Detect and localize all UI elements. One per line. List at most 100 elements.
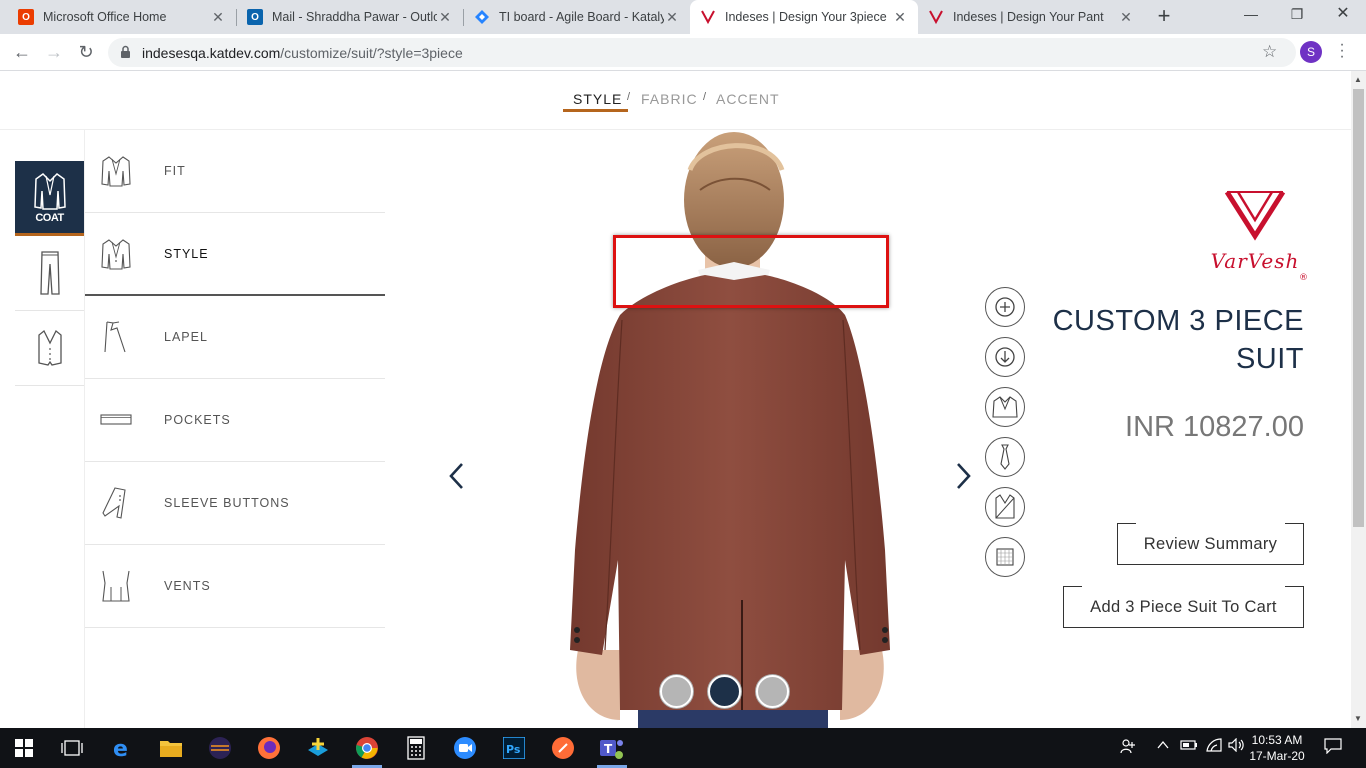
show-hidden-icons-icon[interactable]	[1156, 738, 1170, 755]
clock-date: 17-Mar-20	[1249, 749, 1305, 763]
lock-icon	[121, 45, 130, 58]
view-dot[interactable]	[708, 675, 741, 708]
close-icon[interactable]: ✕	[892, 9, 908, 26]
firefox-icon[interactable]	[255, 734, 283, 762]
option-label: FIT	[164, 164, 186, 178]
category-trouser[interactable]	[15, 236, 84, 311]
url-host: indesesqa.katdev.com	[142, 45, 281, 61]
svg-text:T: T	[604, 742, 613, 756]
step-separator: /	[703, 91, 707, 103]
fabric-swatch-button[interactable]	[985, 537, 1025, 577]
menu-dots-icon[interactable]: · · ·	[1338, 37, 1346, 65]
photoshop-icon[interactable]: Ps	[500, 734, 528, 762]
step-style[interactable]: STYLE	[573, 91, 622, 107]
scrollbar-thumb[interactable]	[1353, 89, 1364, 527]
calculator-icon[interactable]	[402, 734, 430, 762]
view-dot[interactable]	[660, 675, 693, 708]
vest-view-button[interactable]	[985, 487, 1025, 527]
wifi-icon[interactable]	[1205, 738, 1223, 755]
eclipse-icon[interactable]	[206, 734, 234, 762]
close-window-button[interactable]: ✕	[1320, 0, 1366, 30]
tab-title: Mail - Shraddha Pawar - Outlo	[272, 10, 437, 24]
left-hand	[576, 650, 620, 720]
volume-icon[interactable]	[1228, 737, 1246, 755]
notifications-icon[interactable]	[1324, 738, 1342, 757]
category-label: COAT	[35, 211, 64, 224]
previous-view-button[interactable]	[447, 461, 467, 499]
tab-office[interactable]: O Microsoft Office Home ✕	[8, 0, 236, 34]
brand-logo: VarVesh ®	[1200, 186, 1310, 286]
tab-design-pant[interactable]: Indeses | Design Your Pant ✕	[918, 0, 1144, 34]
scroll-down-icon[interactable]: ▼	[1354, 714, 1362, 723]
minimize-button[interactable]: —	[1228, 0, 1274, 30]
file-explorer-icon[interactable]	[157, 734, 185, 762]
page-scrollbar[interactable]: ▲ ▼	[1351, 71, 1366, 728]
tab-title: TI board - Agile Board - Kataly	[499, 10, 664, 24]
windows-start-icon[interactable]	[10, 734, 38, 762]
option-fit[interactable]: FIT	[85, 130, 385, 213]
option-vents[interactable]: VENTS	[85, 545, 385, 628]
zoom-in-icon	[995, 297, 1015, 317]
battery-icon[interactable]	[1180, 738, 1198, 755]
svg-text:Ps: Ps	[506, 743, 521, 756]
pockets-icon	[100, 414, 132, 425]
option-style[interactable]: STYLE	[85, 213, 385, 296]
view-selector	[660, 675, 789, 708]
tab-outlook[interactable]: O Mail - Shraddha Pawar - Outlo ✕	[237, 0, 463, 34]
new-tab-button[interactable]: +	[1152, 5, 1176, 29]
reload-button[interactable]: ↻	[74, 40, 98, 64]
option-sleeve-buttons[interactable]: SLEEVE BUTTONS	[85, 462, 385, 545]
url-path: /customize/suit/?style=3piece	[280, 45, 463, 61]
close-icon[interactable]: ✕	[664, 9, 680, 26]
download-button[interactable]	[985, 337, 1025, 377]
tab-design-3piece[interactable]: Indeses | Design Your 3piece ✕	[690, 0, 918, 34]
chrome-icon[interactable]	[353, 734, 381, 762]
app-installer-icon[interactable]	[304, 734, 332, 762]
postman-icon[interactable]	[549, 734, 577, 762]
zoom-in-button[interactable]	[985, 287, 1025, 327]
step-separator: /	[627, 91, 631, 103]
profile-avatar[interactable]: S	[1300, 41, 1322, 63]
teams-icon[interactable]: T	[598, 734, 626, 762]
category-list: COAT	[15, 161, 84, 386]
tab-title: Indeses | Design Your Pant	[953, 10, 1104, 24]
varvesh-icon	[700, 9, 716, 25]
trouser-icon	[39, 251, 60, 295]
scroll-up-icon[interactable]: ▲	[1354, 75, 1362, 84]
close-icon[interactable]: ✕	[210, 9, 226, 26]
close-icon[interactable]: ✕	[437, 9, 453, 26]
tie-button[interactable]	[985, 437, 1025, 477]
add-to-cart-button[interactable]: Add 3 Piece Suit To Cart	[1063, 586, 1304, 628]
people-icon[interactable]	[1120, 738, 1136, 757]
view-dot[interactable]	[756, 675, 789, 708]
step-accent[interactable]: ACCENT	[716, 91, 780, 107]
browser-tab-strip: O Microsoft Office Home ✕ O Mail - Shrad…	[0, 0, 1366, 34]
fabric-swatch-icon	[996, 548, 1014, 566]
task-view-icon[interactable]	[58, 734, 86, 762]
system-clock[interactable]: 10:53 AM 17-Mar-20	[1248, 732, 1306, 764]
fit-icon	[101, 156, 131, 187]
next-view-button[interactable]	[953, 461, 973, 499]
jacket-view-button[interactable]	[985, 387, 1025, 427]
back-button[interactable]: ←	[10, 40, 34, 64]
close-icon[interactable]: ✕	[1118, 9, 1134, 26]
review-summary-button[interactable]: Review Summary	[1117, 523, 1304, 565]
chevron-left-icon	[449, 463, 463, 489]
address-bar[interactable]: indesesqa.katdev.com/customize/suit/?sty…	[108, 38, 1296, 67]
forward-button[interactable]: →	[42, 40, 66, 64]
jira-icon	[474, 9, 490, 25]
bookmark-star-icon[interactable]: ☆	[1262, 42, 1277, 62]
tab-jira[interactable]: TI board - Agile Board - Kataly ✕	[464, 0, 690, 34]
coat-icon	[33, 172, 66, 210]
outlook-icon: O	[247, 9, 263, 25]
option-lapel[interactable]: LAPEL	[85, 296, 385, 379]
windows-taskbar: e Ps T 10:53 AM 17-Mar-20	[0, 728, 1366, 768]
step-fabric[interactable]: FABRIC	[641, 91, 698, 107]
zoom-app-icon[interactable]	[451, 734, 479, 762]
option-pockets[interactable]: POCKETS	[85, 379, 385, 462]
category-vest[interactable]	[15, 311, 84, 386]
option-label: LAPEL	[164, 330, 208, 344]
category-coat[interactable]: COAT	[15, 161, 84, 236]
edge-icon[interactable]: e	[108, 734, 136, 762]
restore-button[interactable]: ❐	[1274, 0, 1320, 30]
